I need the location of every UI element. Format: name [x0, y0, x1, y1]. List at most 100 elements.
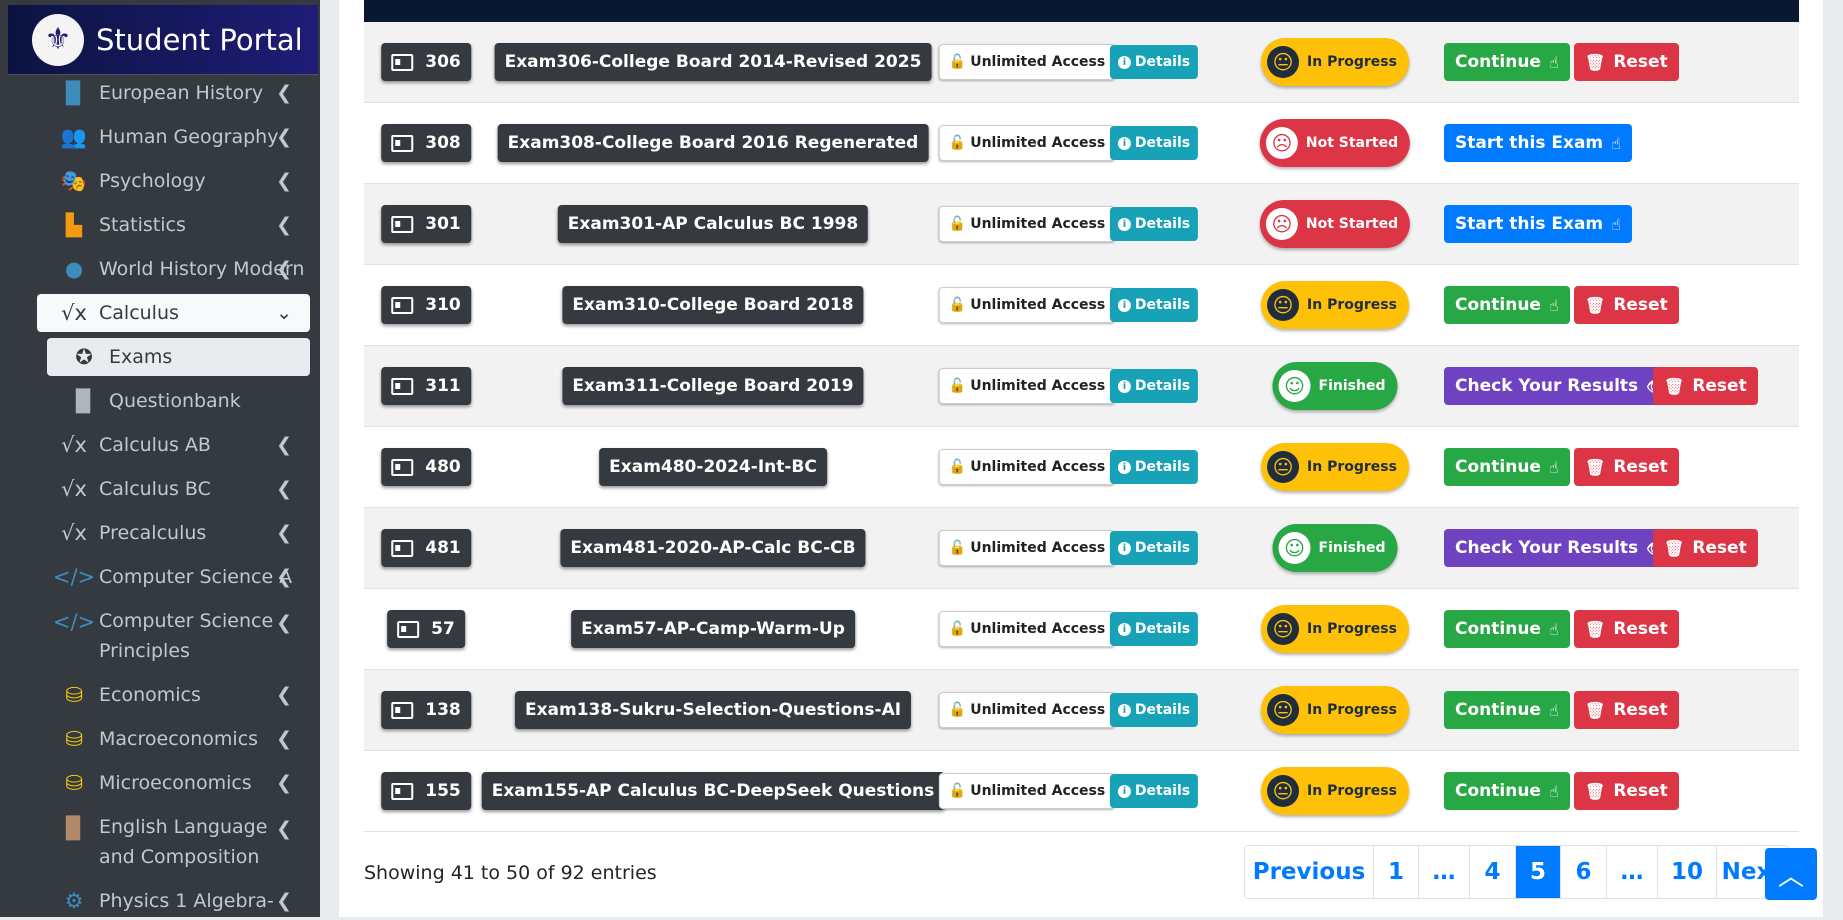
- status-badge: 😐 In Progress: [1261, 605, 1409, 653]
- id-card-icon: [397, 620, 420, 638]
- book-icon: ▉: [65, 81, 83, 105]
- reset-button[interactable]: 🗑 Reset: [1574, 43, 1679, 81]
- details-button[interactable]: i Details: [1109, 531, 1199, 565]
- sidebar-item-questionbank[interactable]: ▉ Questionbank: [47, 382, 310, 420]
- sidebar-item-exams[interactable]: ✪ Exams: [47, 338, 310, 376]
- details-button[interactable]: i Details: [1109, 450, 1199, 484]
- sidebar-item-microeconomics[interactable]: ⛁ Microeconomics ❮: [37, 764, 310, 802]
- trash-icon: 🗑: [1664, 538, 1685, 558]
- continue-button[interactable]: Continue ☝: [1444, 691, 1570, 729]
- coins-icon: ⛁: [65, 727, 83, 751]
- start-exam-button[interactable]: Start this Exam ☝: [1444, 124, 1632, 162]
- continue-button[interactable]: Continue ☝: [1444, 43, 1570, 81]
- sidebar-item-computer-science-a[interactable]: </> Computer Science A ❮: [37, 558, 310, 596]
- chart-icon: ▙: [65, 213, 83, 237]
- reset-button[interactable]: 🗑 Reset: [1574, 286, 1679, 324]
- reset-button[interactable]: 🗑 Reset: [1574, 448, 1679, 486]
- chevron-left-icon: ❮: [276, 684, 292, 706]
- details-button[interactable]: i Details: [1109, 207, 1199, 241]
- pagination-page[interactable]: 10: [1658, 846, 1717, 898]
- sidebar-item-computer-science-principles[interactable]: </> Computer Science Principles ❮: [37, 604, 310, 670]
- sidebar: ⚜ Student Portal ▉ European History ❮ 👥 …: [0, 0, 320, 917]
- info-icon: i: [1117, 379, 1131, 393]
- continue-button[interactable]: Continue ☝: [1444, 286, 1570, 324]
- status-badge: 😐 In Progress: [1261, 443, 1409, 491]
- pagination-page[interactable]: 6: [1561, 846, 1607, 898]
- exam-id-badge: 480: [381, 448, 471, 486]
- reset-button[interactable]: 🗑 Reset: [1574, 772, 1679, 810]
- sidebar-item-calculus[interactable]: √x Calculus ⌄: [37, 294, 310, 332]
- gear-icon: ⚙: [64, 889, 84, 913]
- sidebar-item-economics[interactable]: ⛁ Economics ❮: [37, 676, 310, 714]
- details-button[interactable]: i Details: [1109, 369, 1199, 403]
- lock-open-icon: 🔓: [948, 702, 967, 718]
- lock-open-icon: 🔓: [948, 54, 967, 70]
- pagination: Previous 1… 4 5 6… 10 Next: [1244, 845, 1789, 899]
- check-results-button[interactable]: Check Your Results👁: [1444, 367, 1678, 405]
- exam-id-badge: 310: [381, 286, 471, 324]
- sidebar-item-precalculus[interactable]: √x Precalculus ❮: [37, 514, 310, 552]
- details-button[interactable]: i Details: [1109, 774, 1199, 808]
- trash-icon: 🗑: [1585, 52, 1606, 72]
- pagination-page: …: [1419, 846, 1470, 898]
- pagination-previous[interactable]: Previous: [1245, 846, 1374, 898]
- exam-name: Exam308-College Board 2016 Regenerated: [497, 124, 929, 162]
- lock-open-icon: 🔓: [948, 216, 967, 232]
- sqrt-icon: √x: [61, 477, 87, 501]
- back-to-top-button[interactable]: ︿: [1765, 848, 1817, 900]
- chevron-left-icon: ❮: [276, 170, 292, 192]
- details-button[interactable]: i Details: [1109, 45, 1199, 79]
- table-row: 308 Exam308-College Board 2016 Regenerat…: [364, 103, 1799, 184]
- reset-button[interactable]: 🗑 Reset: [1574, 610, 1679, 648]
- details-button[interactable]: i Details: [1109, 288, 1199, 322]
- status-badge: 😐 In Progress: [1261, 281, 1409, 329]
- trash-icon: 🗑: [1585, 781, 1606, 801]
- sidebar-item-english-language[interactable]: ▉ English Language and Composition ❮: [37, 810, 310, 876]
- globe-icon: ●: [64, 257, 84, 281]
- details-button[interactable]: i Details: [1109, 612, 1199, 646]
- continue-button[interactable]: Continue ☝: [1444, 772, 1570, 810]
- sidebar-item-calculus-bc[interactable]: √x Calculus BC ❮: [37, 470, 310, 508]
- info-icon: i: [1117, 136, 1131, 150]
- award-icon: ✪: [75, 345, 93, 369]
- reset-button[interactable]: 🗑 Reset: [1653, 367, 1758, 405]
- continue-button[interactable]: Continue ☝: [1444, 610, 1570, 648]
- continue-button[interactable]: Continue ☝: [1444, 448, 1570, 486]
- pagination-page[interactable]: 4: [1470, 846, 1516, 898]
- reset-button[interactable]: 🗑 Reset: [1574, 691, 1679, 729]
- check-results-button[interactable]: Check Your Results👁: [1444, 529, 1678, 567]
- sidebar-item-psychology[interactable]: 🎭 Psychology ❮: [37, 162, 310, 200]
- sidebar-item-human-geography[interactable]: 👥 Human Geography ❮: [37, 118, 310, 156]
- chevron-left-icon: ❮: [276, 772, 292, 794]
- details-button[interactable]: i Details: [1109, 126, 1199, 160]
- status-badge: 😐 In Progress: [1261, 686, 1409, 734]
- face-icon: 😐: [1267, 451, 1300, 483]
- access-badge: 🔓 Unlimited Access: [938, 773, 1116, 809]
- id-card-icon: [391, 215, 414, 233]
- pagination-page[interactable]: 5: [1516, 846, 1561, 898]
- status-badge: ☹ Not Started: [1259, 119, 1411, 167]
- pagination-page[interactable]: 1: [1374, 846, 1419, 898]
- table-row: 480 Exam480-2024-Int-BC 🔓 Unlimited Acces…: [364, 427, 1799, 508]
- lock-open-icon: 🔓: [948, 540, 967, 556]
- chevron-left-icon: ❮: [276, 214, 292, 236]
- start-exam-button[interactable]: Start this Exam ☝: [1444, 205, 1632, 243]
- sidebar-item-world-history-modern[interactable]: ● World History Modern ❮: [37, 250, 310, 288]
- access-badge: 🔓 Unlimited Access: [938, 611, 1116, 647]
- brand-link[interactable]: ⚜ Student Portal: [8, 5, 318, 75]
- exam-name: Exam138-Sukru-Selection-Questions-AI: [514, 691, 912, 729]
- exam-name: Exam311-College Board 2019: [562, 367, 864, 405]
- sidebar-item-european-history[interactable]: ▉ European History ❮: [37, 74, 310, 112]
- info-icon: i: [1117, 703, 1131, 717]
- table-row: 57 Exam57-AP-Camp-Warm-Up 🔓 Unlimited Acc…: [364, 589, 1799, 670]
- table-info: Showing 41 to 50 of 92 entries: [364, 862, 657, 884]
- sidebar-item-statistics[interactable]: ▙ Statistics ❮: [37, 206, 310, 244]
- sidebar-item-macroeconomics[interactable]: ⛁ Macroeconomics ❮: [37, 720, 310, 758]
- reset-button[interactable]: 🗑 Reset: [1653, 529, 1758, 567]
- coins-icon: ⛁: [65, 771, 83, 795]
- info-icon: i: [1117, 784, 1131, 798]
- sidebar-item-calculus-ab[interactable]: √x Calculus AB ❮: [37, 426, 310, 464]
- details-button[interactable]: i Details: [1109, 693, 1199, 727]
- sidebar-item-physics-1[interactable]: ⚙ Physics 1 Algebra- ❮: [37, 882, 310, 920]
- exam-id-badge: 306: [381, 43, 471, 81]
